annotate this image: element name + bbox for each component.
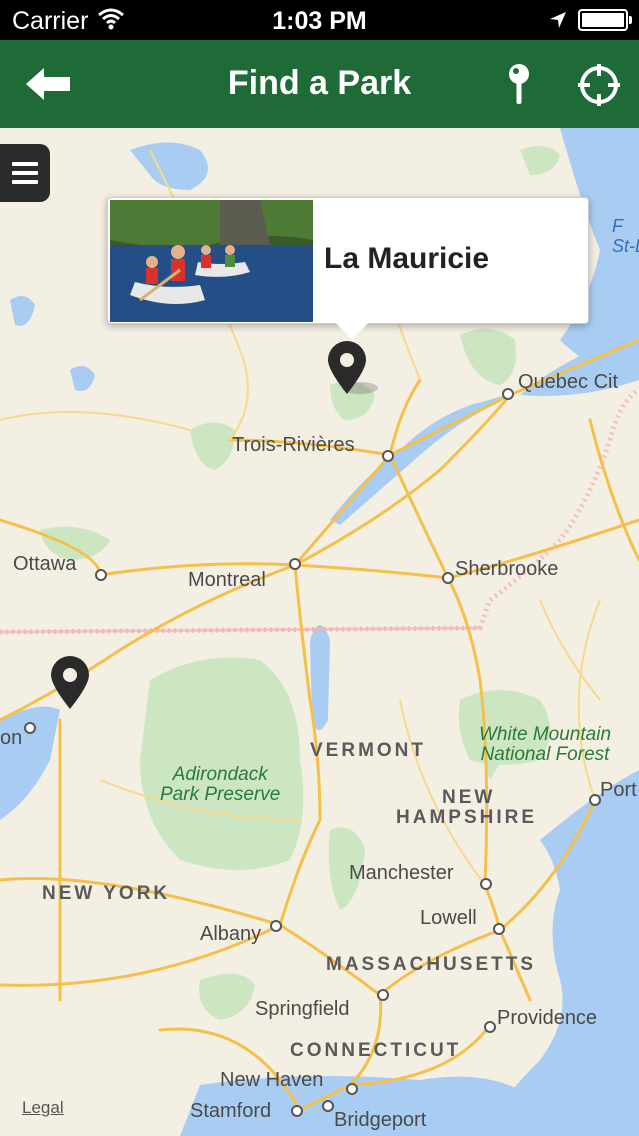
park-label-white-mountain-line1: White Mountain: [479, 724, 612, 745]
city-dot-partial: [24, 722, 36, 734]
city-label-stamford: Stamford: [190, 1100, 272, 1122]
city-dot-manchester: [480, 878, 492, 890]
region-label-hampshire: HAMPSHIRE: [396, 807, 538, 828]
city-dot-ottawa: [95, 569, 107, 581]
park-label-white-mountain: White Mountain National Forest: [479, 725, 611, 765]
page-title: Find a Park: [227, 64, 412, 102]
region-label-new-york: NEW YORK: [42, 883, 171, 904]
park-label-white-mountain-line2: National Forest: [480, 744, 610, 765]
hamburger-icon-bar: [12, 180, 38, 184]
park-label-adirondack: Adirondack Park Preserve: [160, 765, 280, 805]
region-label-new: NEW: [442, 787, 496, 808]
map-marker-icon: [51, 656, 89, 709]
hamburger-icon-bar: [12, 171, 38, 175]
city-dot-montreal: [289, 558, 301, 570]
map-marker-icon: [328, 341, 378, 394]
region-label-massachusetts: MASSACHUSETTS: [326, 954, 537, 975]
city-label-new-haven: New Haven: [220, 1069, 324, 1091]
city-dot-quebec: [502, 388, 514, 400]
battery-icon: [578, 9, 632, 31]
city-dot-trois-rivieres: [382, 450, 394, 462]
crosshair-icon: [578, 64, 620, 106]
locate-me-button[interactable]: [576, 62, 622, 108]
city-dot-bridgeport: [322, 1100, 334, 1112]
menu-button[interactable]: [0, 144, 50, 202]
region-label-connecticut: CONNECTICUT: [290, 1040, 462, 1061]
city-label-springfield: Springfield: [255, 998, 350, 1020]
city-dot-new-haven: [346, 1083, 358, 1095]
status-time: 1:03 PM: [272, 7, 367, 35]
city-label-albany: Albany: [200, 923, 262, 945]
city-dot-albany: [270, 920, 282, 932]
city-dot-sherbrooke: [442, 572, 454, 584]
city-label-lowell: Lowell: [420, 907, 477, 929]
park-marker-la-mauricie[interactable]: [326, 340, 378, 396]
city-label-montreal: Montreal: [188, 569, 266, 591]
park-thumbnail: [110, 200, 313, 322]
water-label-line2: St-L: [612, 236, 639, 256]
city-dot-providence: [484, 1021, 496, 1033]
park-callout[interactable]: La Mauricie: [107, 197, 589, 324]
city-label-bridgeport: Bridgeport: [334, 1109, 427, 1131]
city-label-port: Port: [600, 779, 637, 801]
city-label-sherbrooke: Sherbrooke: [455, 558, 559, 580]
park-label-adirondack-line2: Park Preserve: [160, 784, 281, 805]
drop-pin-button[interactable]: [500, 62, 538, 106]
hamburger-icon-bar: [12, 162, 38, 166]
city-label-ottawa: Ottawa: [13, 553, 77, 575]
city-label-quebec: Quebec Cit: [518, 371, 619, 393]
park-label-adirondack-line1: Adirondack: [172, 764, 268, 785]
water-label-line1: F: [612, 216, 623, 236]
app-screen: Carrier 1:03 PM Find a Park F St- Quebec…: [0, 0, 639, 1136]
city-label-manchester: Manchester: [349, 862, 454, 884]
city-label-providence: Providence: [497, 1007, 598, 1029]
city-dot-lowell: [493, 923, 505, 935]
legal-link[interactable]: Legal: [22, 1098, 64, 1118]
water-label: FSt-L: [612, 216, 639, 256]
city-dot-springfield: [377, 989, 389, 1001]
park-marker[interactable]: [49, 655, 91, 711]
city-label-trois-rivieres: Trois-Rivières: [232, 434, 355, 456]
navigation-bar: Find a Park: [0, 40, 639, 128]
city-dot-port: [589, 794, 601, 806]
city-label-partial: on: [0, 727, 23, 749]
region-label-vermont: VERMONT: [310, 740, 426, 761]
location-arrow-icon: [549, 11, 567, 34]
callout-pointer: [335, 322, 369, 340]
city-dot-stamford: [291, 1105, 303, 1117]
status-bar: Carrier 1:03 PM: [0, 0, 639, 40]
map-pin-icon: [509, 64, 529, 104]
park-name: La Mauricie: [324, 242, 490, 275]
